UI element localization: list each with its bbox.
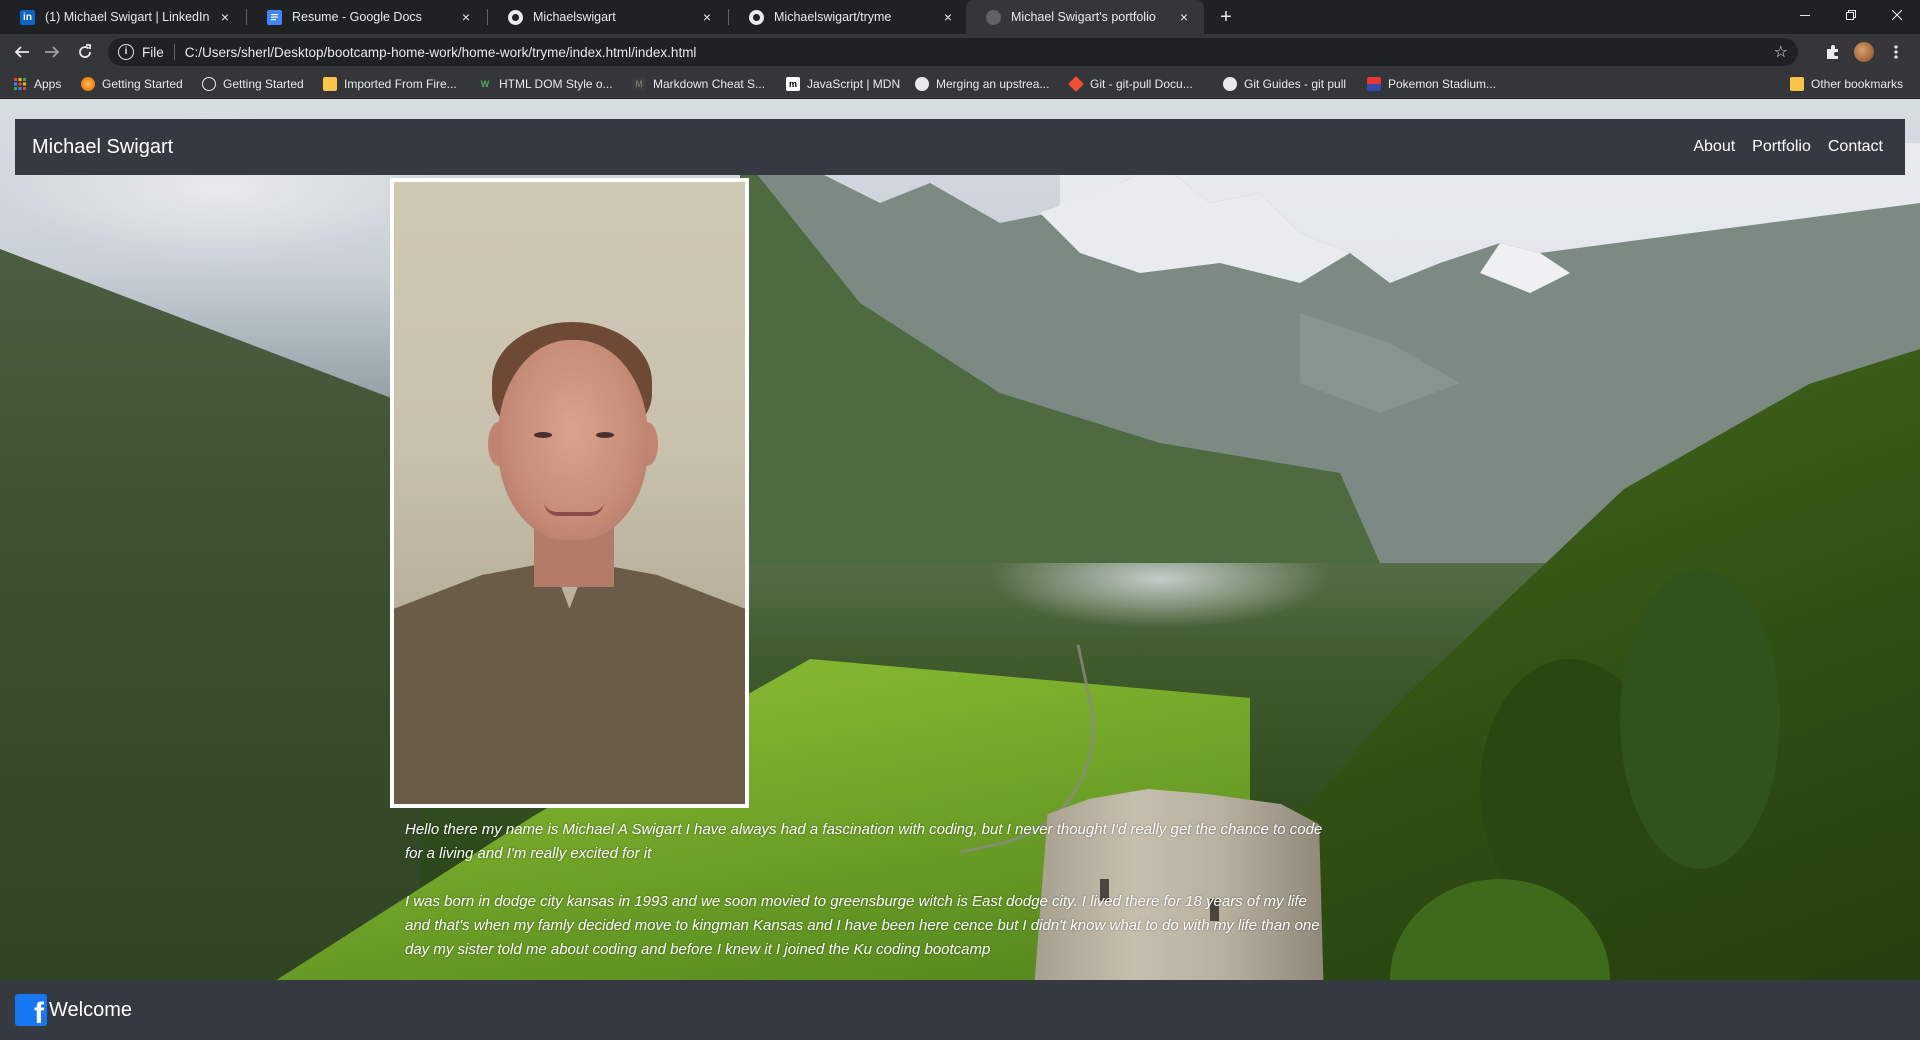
chrome-menu-icon[interactable] <box>1884 40 1908 64</box>
tab-google-docs[interactable]: Resume - Google Docs × <box>247 0 486 34</box>
footer-welcome-text: Welcome <box>49 998 132 1021</box>
firefox-icon <box>81 77 95 91</box>
profile-photo-frame <box>390 178 749 808</box>
nav-link-contact[interactable]: Contact <box>1828 138 1883 156</box>
tab-close-icon[interactable]: × <box>458 9 474 25</box>
bookmark-folder-imported[interactable]: Imported From Fire... <box>323 70 457 98</box>
tab-title: Resume - Google Docs <box>292 10 422 24</box>
tab-title: Michael Swigart's portfolio <box>1011 10 1156 24</box>
profile-avatar[interactable] <box>1852 40 1876 64</box>
bookmark-mdn[interactable]: m JavaScript | MDN <box>786 70 900 98</box>
bookmark-getting-started[interactable]: Getting Started <box>202 70 304 98</box>
site-brand[interactable]: Michael Swigart <box>32 136 173 159</box>
tab-github-profile[interactable]: Michaelswigart × <box>488 0 727 34</box>
forest-left <box>0 249 420 1040</box>
extensions-puzzle-icon[interactable] <box>1821 40 1845 64</box>
markdown-icon: M <box>632 77 646 91</box>
forward-button[interactable] <box>40 40 64 64</box>
bookmark-git-guides[interactable]: Git Guides - git pull <box>1223 70 1346 98</box>
bookmark-label: Other bookmarks <box>1811 77 1904 91</box>
github-icon <box>1223 77 1237 91</box>
bio-paragraph: I was born in dodge city kansas in 1993 … <box>405 893 1320 958</box>
site-navbar: Michael Swigart About Portfolio Contact <box>15 119 1905 175</box>
bookmarks-bar: Apps Getting Started Getting Started Imp… <box>0 70 1920 98</box>
minimize-icon[interactable] <box>1782 0 1828 30</box>
back-button[interactable] <box>10 40 34 64</box>
address-divider <box>173 44 175 60</box>
new-tab-button[interactable]: + <box>1212 6 1240 28</box>
reload-button[interactable] <box>73 40 97 64</box>
tab-title: Michaelswigart/tryme <box>774 10 892 24</box>
github-icon <box>915 77 929 91</box>
facebook-icon[interactable]: f <box>15 994 47 1026</box>
bookmark-label: Pokemon Stadium... <box>1388 77 1497 91</box>
tab-close-icon[interactable]: × <box>217 9 233 25</box>
page-viewport: Michael Swigart About Portfolio Contact … <box>0 99 1920 1040</box>
bookmark-star-icon[interactable]: ☆ <box>1774 42 1788 62</box>
site-info-icon[interactable]: i <box>118 44 134 60</box>
other-bookmarks-folder[interactable]: Other bookmarks <box>1790 70 1903 98</box>
github-icon <box>749 9 764 25</box>
photo-eye <box>534 432 552 438</box>
restore-icon[interactable] <box>1828 0 1874 30</box>
bio-text: Hello there my name is Michael A Swigart… <box>405 818 1330 962</box>
bookmark-getting-started-firefox[interactable]: Getting Started <box>81 70 183 98</box>
forward-arrow-icon <box>45 46 60 58</box>
bookmark-label: HTML DOM Style o... <box>499 77 613 91</box>
linkedin-icon: in <box>20 9 35 25</box>
tab-close-icon[interactable]: × <box>699 9 715 25</box>
bookmark-html-dom-style[interactable]: W HTML DOM Style o... <box>478 70 613 98</box>
address-url[interactable]: C:/Users/sherl/Desktop/bootcamp-home-wor… <box>185 45 697 60</box>
tab-title: (1) Michael Swigart | LinkedIn <box>45 10 210 24</box>
photo-smile <box>544 502 604 516</box>
globe-icon <box>202 77 216 91</box>
address-bar[interactable]: i File C:/Users/sherl/Desktop/bootcamp-h… <box>108 38 1798 66</box>
site-footer: f Welcome <box>0 980 1920 1040</box>
bookmark-apps[interactable]: Apps <box>13 70 61 98</box>
tab-close-icon[interactable]: × <box>1176 9 1192 25</box>
w3schools-icon: W <box>480 79 490 89</box>
bookmark-label: Git - git-pull Docu... <box>1090 77 1193 91</box>
github-icon <box>508 9 523 25</box>
bookmark-markdown-cheat[interactable]: M Markdown Cheat S... <box>632 70 765 98</box>
bookmark-label: Git Guides - git pull <box>1244 77 1347 91</box>
mdn-icon: m <box>786 77 800 91</box>
bookmark-git-pull-docs[interactable]: Git - git-pull Docu... <box>1068 70 1193 98</box>
bookmark-label: JavaScript | MDN <box>807 77 901 91</box>
bookmark-label: Getting Started <box>223 77 304 91</box>
folder-icon <box>323 77 337 91</box>
browser-toolbar: i File C:/Users/sherl/Desktop/bootcamp-h… <box>0 34 1920 70</box>
bookmark-label: Apps <box>34 77 62 91</box>
globe-icon <box>986 9 1001 25</box>
tab-portfolio[interactable]: Michael Swigart's portfolio × <box>966 0 1204 34</box>
nav-link-about[interactable]: About <box>1693 138 1735 156</box>
tab-close-icon[interactable]: × <box>940 9 956 25</box>
apps-grid-icon <box>13 77 27 91</box>
pokemon-icon <box>1367 77 1381 91</box>
bookmark-label: Getting Started <box>102 77 183 91</box>
git-icon <box>1068 76 1084 92</box>
folder-icon <box>1790 77 1804 91</box>
photo-eye <box>596 432 614 438</box>
bookmark-label: Merging an upstrea... <box>936 77 1050 91</box>
profile-photo <box>394 182 745 804</box>
back-arrow-icon <box>14 46 29 58</box>
tree-cluster <box>1620 569 1780 869</box>
close-window-icon[interactable] <box>1874 0 1920 30</box>
reload-icon <box>79 44 91 58</box>
nav-link-portfolio[interactable]: Portfolio <box>1752 138 1811 156</box>
google-docs-icon <box>267 9 282 25</box>
address-scheme-label: File <box>142 44 164 60</box>
tab-linkedin[interactable]: in (1) Michael Swigart | LinkedIn × <box>0 0 245 34</box>
tab-title: Michaelswigart <box>533 10 616 24</box>
tab-github-repo[interactable]: Michaelswigart/tryme × <box>729 0 968 34</box>
bookmark-label: Imported From Fire... <box>344 77 457 91</box>
bookmark-merging-upstream[interactable]: Merging an upstrea... <box>915 70 1049 98</box>
nav-links: About Portfolio Contact <box>1693 138 1883 156</box>
bookmark-label: Markdown Cheat S... <box>653 77 766 91</box>
bio-paragraph: Hello there my name is Michael A Swigart… <box>405 821 1323 862</box>
bookmark-pokemon-stadium[interactable]: Pokemon Stadium... <box>1367 70 1496 98</box>
photo-sweater <box>394 562 745 804</box>
browser-tab-strip: in (1) Michael Swigart | LinkedIn × Resu… <box>0 0 1920 34</box>
